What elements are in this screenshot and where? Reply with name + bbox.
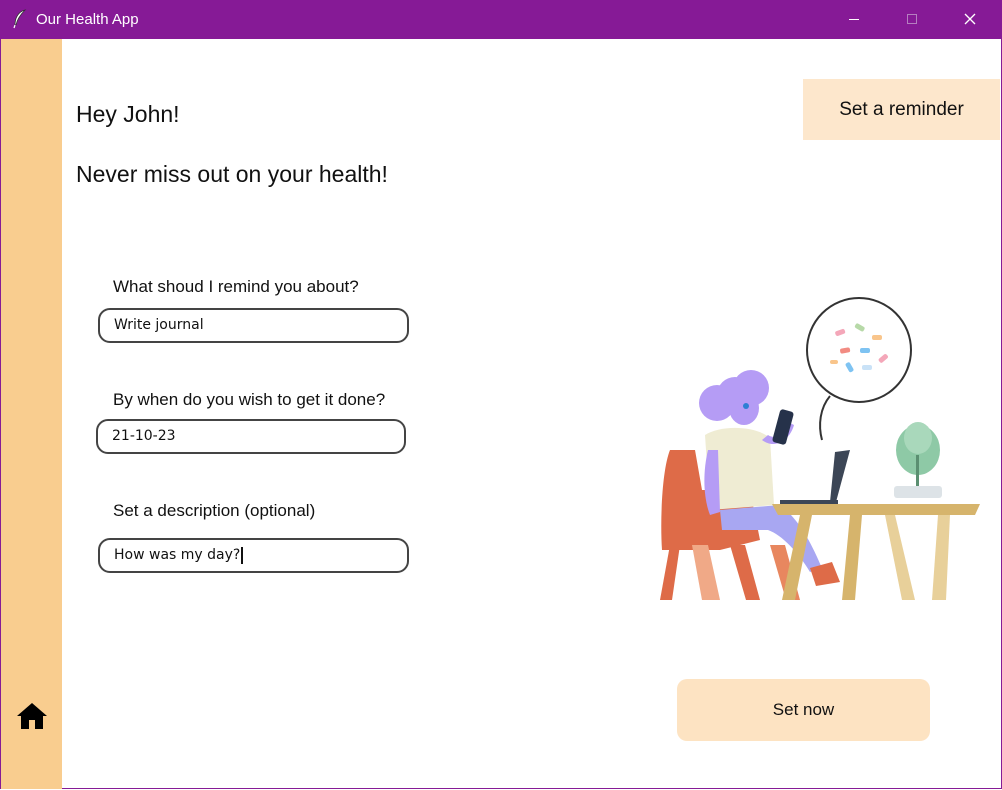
greeting-heading: Hey John! xyxy=(76,101,180,127)
sidebar xyxy=(1,39,62,789)
maximize-button[interactable] xyxy=(884,0,942,39)
window-title: Our Health App xyxy=(36,11,139,28)
feather-icon xyxy=(13,9,27,29)
reminder-input[interactable]: Write journal xyxy=(98,308,409,343)
reminder-input-value: Write journal xyxy=(114,317,204,333)
title-bar: Our Health App xyxy=(0,0,1002,39)
text-caret xyxy=(241,546,244,564)
minimize-icon xyxy=(849,19,859,20)
deadline-label: By when do you wish to get it done? xyxy=(113,390,386,409)
home-icon[interactable] xyxy=(16,701,48,731)
set-reminder-tab[interactable]: Set a reminder xyxy=(803,79,1000,140)
description-input-value: How was my day? xyxy=(114,547,241,563)
description-input[interactable]: How was my day? xyxy=(98,538,409,573)
reminder-label: What shoud I remind you about? xyxy=(113,277,359,296)
close-icon xyxy=(964,13,976,25)
minimize-button[interactable] xyxy=(826,0,884,39)
close-button[interactable] xyxy=(942,0,1000,39)
person-with-laptop-illustration xyxy=(660,297,980,600)
maximize-icon xyxy=(907,14,917,24)
set-now-button[interactable]: Set now xyxy=(677,679,930,741)
deadline-input[interactable]: 21-10-23 xyxy=(96,419,406,454)
description-label: Set a description (optional) xyxy=(113,501,316,520)
deadline-input-value: 21-10-23 xyxy=(112,428,176,444)
subheading: Never miss out on your health! xyxy=(76,161,388,187)
